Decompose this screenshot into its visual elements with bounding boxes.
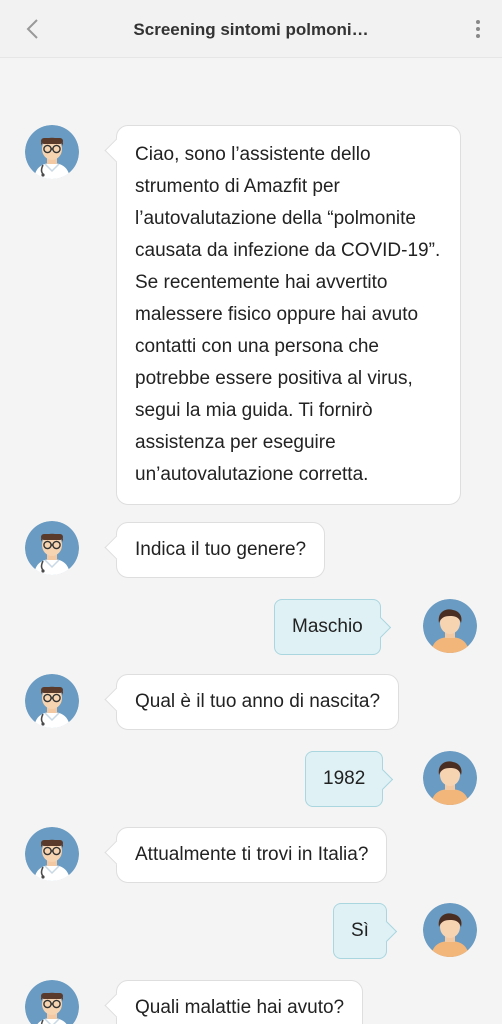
more-vertical-icon	[476, 20, 480, 38]
message-text: Attualmente ti trovi in Italia?	[135, 844, 369, 865]
bot-message: Ciao, sono l’assistente dello strumento …	[116, 125, 461, 505]
message-text: Sì	[351, 920, 369, 941]
doctor-icon	[25, 980, 79, 1024]
message-text: Qual è il tuo anno di nascita?	[135, 691, 381, 712]
message-text: Indica il tuo genere?	[135, 539, 307, 560]
doctor-avatar	[25, 980, 79, 1024]
message-text: Quali malattie hai avuto?	[135, 997, 345, 1018]
bot-message: Qual è il tuo anno di nascita?	[116, 674, 400, 730]
doctor-icon	[25, 521, 79, 575]
bot-message: Indica il tuo genere?	[116, 522, 326, 578]
message-text: Ciao, sono l’assistente dello strumento …	[135, 144, 441, 485]
doctor-avatar	[25, 125, 79, 179]
user-message: 1982	[305, 751, 384, 807]
person-icon	[423, 599, 477, 653]
user-avatar	[423, 903, 477, 957]
bot-message: Quali malattie hai avuto?	[116, 980, 364, 1024]
bot-message: Attualmente ti trovi in Italia?	[116, 827, 388, 883]
person-icon	[423, 903, 477, 957]
doctor-icon	[25, 827, 79, 881]
doctor-avatar	[25, 674, 79, 728]
person-icon	[423, 751, 477, 805]
chat-screen: Screening sintomi polmoni… Ciao, sono l’…	[0, 0, 502, 1024]
more-options-button[interactable]	[472, 17, 484, 41]
doctor-icon	[25, 674, 79, 728]
message-text: Maschio	[292, 616, 363, 637]
message-text: 1982	[323, 768, 366, 789]
doctor-avatar	[25, 827, 79, 881]
user-message: Sì	[333, 903, 387, 959]
top-bar: Screening sintomi polmoni…	[0, 0, 502, 58]
user-avatar	[423, 751, 477, 805]
page-title: Screening sintomi polmoni…	[133, 20, 369, 39]
doctor-icon	[25, 125, 79, 179]
user-avatar	[423, 599, 477, 653]
user-message: Maschio	[274, 599, 381, 655]
doctor-avatar	[25, 521, 79, 575]
